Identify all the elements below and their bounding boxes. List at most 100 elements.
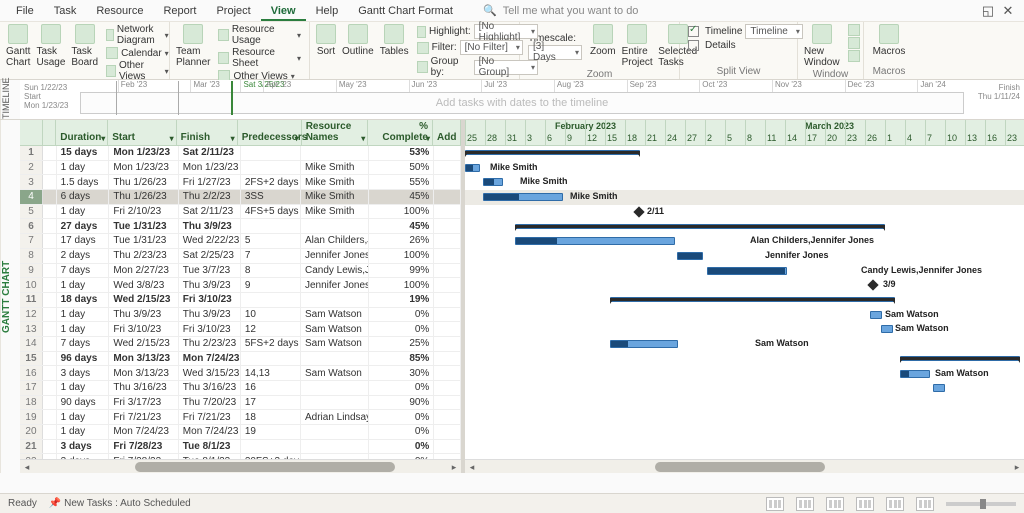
gantt-row[interactable] <box>465 161 1024 176</box>
table-row[interactable]: 101 dayWed 3/8/23Thu 3/9/239Jennifer Jon… <box>20 278 461 293</box>
table-row[interactable]: 171 dayThu 3/16/23Thu 3/16/23160% <box>20 381 461 396</box>
gantt-row[interactable] <box>465 425 1024 440</box>
group-combo[interactable]: [No Group] <box>474 60 538 75</box>
arrange-all-button[interactable] <box>846 37 862 49</box>
col-resource-names[interactable]: Resource Names▾ <box>302 120 369 145</box>
scroll-left-icon[interactable]: ◂ <box>465 460 479 473</box>
tab-file[interactable]: File <box>6 2 44 19</box>
entire-project-button[interactable]: Entire Project <box>622 24 653 68</box>
gantt-summary-bar[interactable] <box>900 356 1020 361</box>
col-add-new[interactable]: Add <box>433 120 461 145</box>
filter-combo[interactable]: [No Filter] <box>460 40 523 55</box>
gantt-task-bar[interactable] <box>483 193 563 201</box>
close-button[interactable]: ✕ <box>998 3 1018 19</box>
grid-body[interactable]: 115 daysMon 1/23/23Sat 2/11/2353%21 dayM… <box>20 146 461 459</box>
timeline-checkbox[interactable] <box>688 26 699 37</box>
gantt-row[interactable] <box>465 249 1024 264</box>
table-row[interactable]: 31.5 daysThu 1/26/23Fri 1/27/232FS+2 day… <box>20 175 461 190</box>
outline-button[interactable]: Outline <box>342 24 374 78</box>
zoom-slider-knob[interactable] <box>980 499 986 509</box>
tab-resource[interactable]: Resource <box>86 2 153 19</box>
table-row[interactable]: 147 daysWed 2/15/23Thu 2/23/235FS+2 days… <box>20 337 461 352</box>
table-row[interactable]: 191 dayFri 7/21/23Fri 7/21/2318Adrian Li… <box>20 410 461 425</box>
tab-report[interactable]: Report <box>153 2 206 19</box>
table-row[interactable]: 46 daysThu 1/26/23Thu 2/2/233SSMike Smit… <box>20 190 461 205</box>
gantt-row[interactable] <box>465 396 1024 411</box>
col-finish[interactable]: Finish▾ <box>177 120 238 145</box>
table-row[interactable]: 21 dayMon 1/23/23Mon 1/23/23Mike Smith50… <box>20 161 461 176</box>
gantt-row[interactable] <box>465 411 1024 426</box>
gantt-summary-bar[interactable] <box>515 224 885 229</box>
task-usage-button[interactable]: Task Usage <box>36 24 65 82</box>
timeline-bar[interactable]: Add tasks with dates to the timeline <box>80 92 964 114</box>
gantt-task-bar[interactable] <box>881 325 893 333</box>
gantt-hscroll[interactable]: ◂ ▸ <box>465 459 1024 473</box>
switch-windows-button[interactable] <box>846 24 862 36</box>
gantt-chart-button[interactable]: Gantt Chart <box>6 24 30 82</box>
grid-hscroll-thumb[interactable] <box>135 462 395 472</box>
zoom-button[interactable]: Zoom <box>590 24 616 68</box>
gantt-row[interactable] <box>465 440 1024 455</box>
new-window-button[interactable]: New Window <box>804 24 840 68</box>
gantt-row[interactable] <box>465 278 1024 293</box>
ribbon-collapse-button[interactable]: ◱ <box>978 3 998 19</box>
calendar-button[interactable]: Calendar▾ <box>104 47 171 59</box>
col-start[interactable]: Start▾ <box>108 120 176 145</box>
scroll-right-icon[interactable]: ▸ <box>447 460 461 474</box>
grid-hscroll[interactable]: ◂ ▸ <box>20 459 461 473</box>
highlight-combo[interactable]: [No Highlight] <box>474 24 538 39</box>
gantt-task-bar[interactable] <box>900 370 930 378</box>
table-row[interactable]: 1596 daysMon 3/13/23Mon 7/24/2385% <box>20 352 461 367</box>
timeline-check-row[interactable]: TimelineTimeline <box>686 24 805 39</box>
gantt-summary-bar[interactable] <box>610 297 895 302</box>
timescale-combo[interactable]: [3] Days <box>528 45 582 60</box>
view-shortcut-2[interactable] <box>796 497 814 511</box>
table-row[interactable]: 115 daysMon 1/23/23Sat 2/11/2353% <box>20 146 461 161</box>
gantt-timescale[interactable]: February 2023March 202325283136912151821… <box>465 120 1024 146</box>
gantt-task-bar[interactable] <box>465 164 480 172</box>
scroll-right-icon[interactable]: ▸ <box>1010 460 1024 473</box>
table-row[interactable]: 51 dayFri 2/10/23Sat 2/11/234FS+5 daysMi… <box>20 205 461 220</box>
tab-help[interactable]: Help <box>306 2 349 19</box>
gantt-row[interactable] <box>465 308 1024 323</box>
table-row[interactable]: 213 daysFri 7/28/23Tue 8/1/230% <box>20 440 461 455</box>
tab-view[interactable]: View <box>261 2 306 21</box>
timeline-canvas[interactable]: Add tasks with dates to the timeline Fin… <box>80 80 1024 119</box>
task-board-button[interactable]: Task Board <box>71 24 98 82</box>
team-planner-button[interactable]: Team Planner <box>176 24 210 82</box>
tab-task[interactable]: Task <box>44 2 87 19</box>
scroll-left-icon[interactable]: ◂ <box>20 460 34 474</box>
resource-usage-button[interactable]: Resource Usage▾ <box>216 24 303 46</box>
network-diagram-button[interactable]: Network Diagram▾ <box>104 24 171 46</box>
gantt-task-bar[interactable] <box>933 384 945 392</box>
view-shortcut-6[interactable] <box>916 497 934 511</box>
view-shortcut-4[interactable] <box>856 497 874 511</box>
col-predecessors[interactable]: Predecessors▾ <box>238 120 302 145</box>
tab-gantt-chart-format[interactable]: Gantt Chart Format <box>348 2 463 19</box>
col-indicators[interactable] <box>43 120 57 145</box>
gantt-row[interactable] <box>465 205 1024 220</box>
view-shortcut-5[interactable] <box>886 497 904 511</box>
tab-project[interactable]: Project <box>206 2 260 19</box>
gantt-hscroll-thumb[interactable] <box>655 462 825 472</box>
tables-button[interactable]: Tables <box>380 24 409 78</box>
gantt-task-bar[interactable] <box>677 252 703 260</box>
gantt-row[interactable] <box>465 337 1024 352</box>
gantt-task-bar[interactable] <box>610 340 678 348</box>
table-row[interactable]: 131 dayFri 3/10/23Fri 3/10/2312Sam Watso… <box>20 322 461 337</box>
sort-button[interactable]: Sort <box>316 24 336 78</box>
gantt-body[interactable]: Mike SmithMike SmithMike Smith2/11Alan C… <box>465 146 1024 459</box>
col-rownum[interactable] <box>20 120 43 145</box>
gantt-summary-bar[interactable] <box>465 150 640 155</box>
resource-sheet-button[interactable]: Resource Sheet▾ <box>216 47 303 69</box>
hide-button[interactable] <box>846 50 862 62</box>
details-checkbox[interactable] <box>688 40 699 51</box>
view-shortcut-3[interactable] <box>826 497 844 511</box>
tell-me-search[interactable]: 🔍 Tell me what you want to do <box>483 4 638 17</box>
table-row[interactable]: 163 daysMon 3/13/23Wed 3/15/2314,13Sam W… <box>20 366 461 381</box>
table-row[interactable]: 121 dayThu 3/9/23Thu 3/9/2310Sam Watson0… <box>20 308 461 323</box>
table-row[interactable]: 82 daysThu 2/23/23Sat 2/25/237Jennifer J… <box>20 249 461 264</box>
table-row[interactable]: 1118 daysWed 2/15/23Fri 3/10/2319% <box>20 293 461 308</box>
table-row[interactable]: 201 dayMon 7/24/23Mon 7/24/23190% <box>20 425 461 440</box>
gantt-task-bar[interactable] <box>707 267 787 275</box>
